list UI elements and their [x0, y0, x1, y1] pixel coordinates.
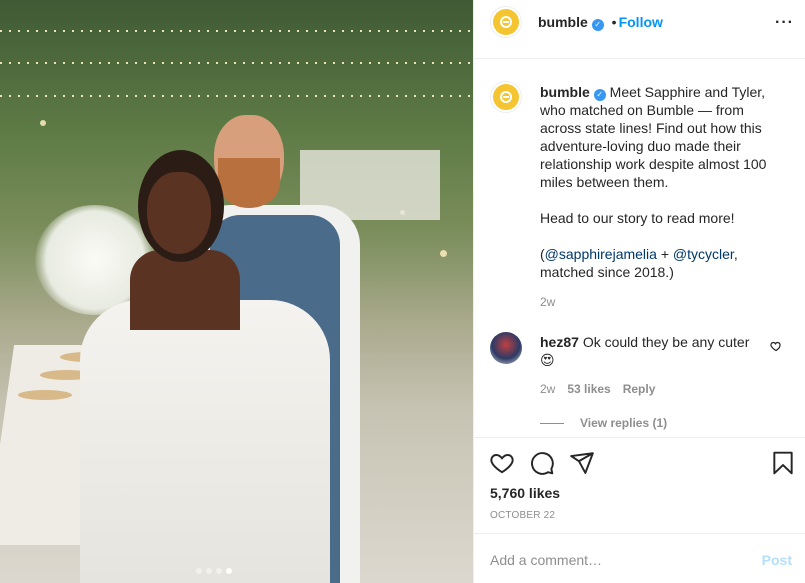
carousel-dot — [196, 568, 202, 574]
post-photo[interactable] — [0, 0, 473, 583]
comment-username[interactable]: hez87 — [540, 334, 579, 350]
likes-count[interactable]: 5,760 likes — [490, 485, 560, 501]
post-header: bumble ✓ • Follow ··· — [474, 0, 805, 59]
verified-badge-icon: ✓ — [591, 19, 604, 31]
divider-line — [540, 422, 564, 424]
bride-face — [147, 172, 211, 254]
verified-badge-icon: ✓ — [593, 89, 606, 101]
comment-like-button[interactable] — [770, 340, 782, 352]
bookmark-icon — [773, 451, 793, 475]
post-caption: bumble ✓ Meet Sapphire and Tyler, who mat… — [540, 83, 780, 311]
more-options-button[interactable]: ··· — [775, 14, 794, 32]
caption-plus: + — [656, 246, 673, 262]
view-replies-button[interactable]: View replies (1) — [540, 416, 667, 430]
comment-meta: 2w 53 likes Reply — [540, 382, 655, 396]
mention-link[interactable]: @sapphirejamelia — [545, 246, 657, 262]
add-comment-bar: Post — [474, 533, 805, 583]
carousel-dot — [206, 568, 212, 574]
bumble-logo-icon — [493, 9, 519, 35]
string-lights — [0, 62, 473, 64]
caption-username[interactable]: bumble — [540, 84, 590, 100]
reply-button[interactable]: Reply — [623, 382, 656, 396]
mention-link[interactable]: @tycycler — [673, 246, 734, 262]
caption-cta: Head to our story to read more! — [540, 210, 735, 226]
caption-time[interactable]: 2w — [540, 293, 780, 311]
header-user-line: bumble ✓ • Follow — [538, 14, 663, 31]
post-actions: 5,760 likes OCTOBER 22 — [474, 437, 805, 533]
header-username[interactable]: bumble — [538, 14, 588, 30]
commenter-avatar[interactable] — [490, 332, 522, 364]
comment: hez87 Ok could they be any cuter 😍 — [540, 333, 760, 369]
caption-avatar[interactable] — [490, 81, 522, 113]
string-lights — [0, 30, 473, 32]
save-button[interactable] — [770, 450, 796, 476]
post-comment-button[interactable]: Post — [762, 552, 792, 568]
avatar[interactable] — [490, 6, 522, 38]
comment-text: Ok could they be any cuter — [582, 334, 750, 350]
groom-beard — [218, 158, 280, 208]
bumble-logo-icon — [493, 84, 519, 110]
post-side-panel: bumble ✓ • Follow ··· bumble ✓ Meet Sapphir… — [473, 0, 805, 583]
string-lights — [0, 95, 473, 97]
heart-icon — [490, 454, 514, 474]
view-replies-label: View replies (1) — [580, 416, 668, 430]
comment-bubble-icon — [531, 452, 554, 475]
carousel-dot-active — [226, 568, 232, 574]
post-date[interactable]: OCTOBER 22 — [490, 510, 555, 521]
like-button[interactable] — [489, 450, 515, 476]
comment-input[interactable] — [490, 552, 740, 568]
comment-emoji: 😍 — [540, 352, 555, 368]
comment-time[interactable]: 2w — [540, 382, 555, 396]
carousel-dot — [216, 568, 222, 574]
plate — [18, 390, 72, 400]
bride-dress — [80, 300, 330, 583]
heart-outline-icon — [770, 341, 781, 352]
comment-button[interactable] — [529, 450, 555, 476]
header-separator: • — [611, 14, 617, 30]
carousel-indicator — [196, 568, 232, 574]
follow-button[interactable]: Follow — [619, 14, 663, 30]
bokeh-light — [440, 250, 447, 257]
bokeh-light — [40, 120, 46, 126]
bride-shoulders — [130, 250, 240, 330]
comment-likes[interactable]: 53 likes — [567, 382, 610, 396]
share-button[interactable] — [569, 450, 595, 476]
paper-plane-icon — [570, 452, 594, 474]
